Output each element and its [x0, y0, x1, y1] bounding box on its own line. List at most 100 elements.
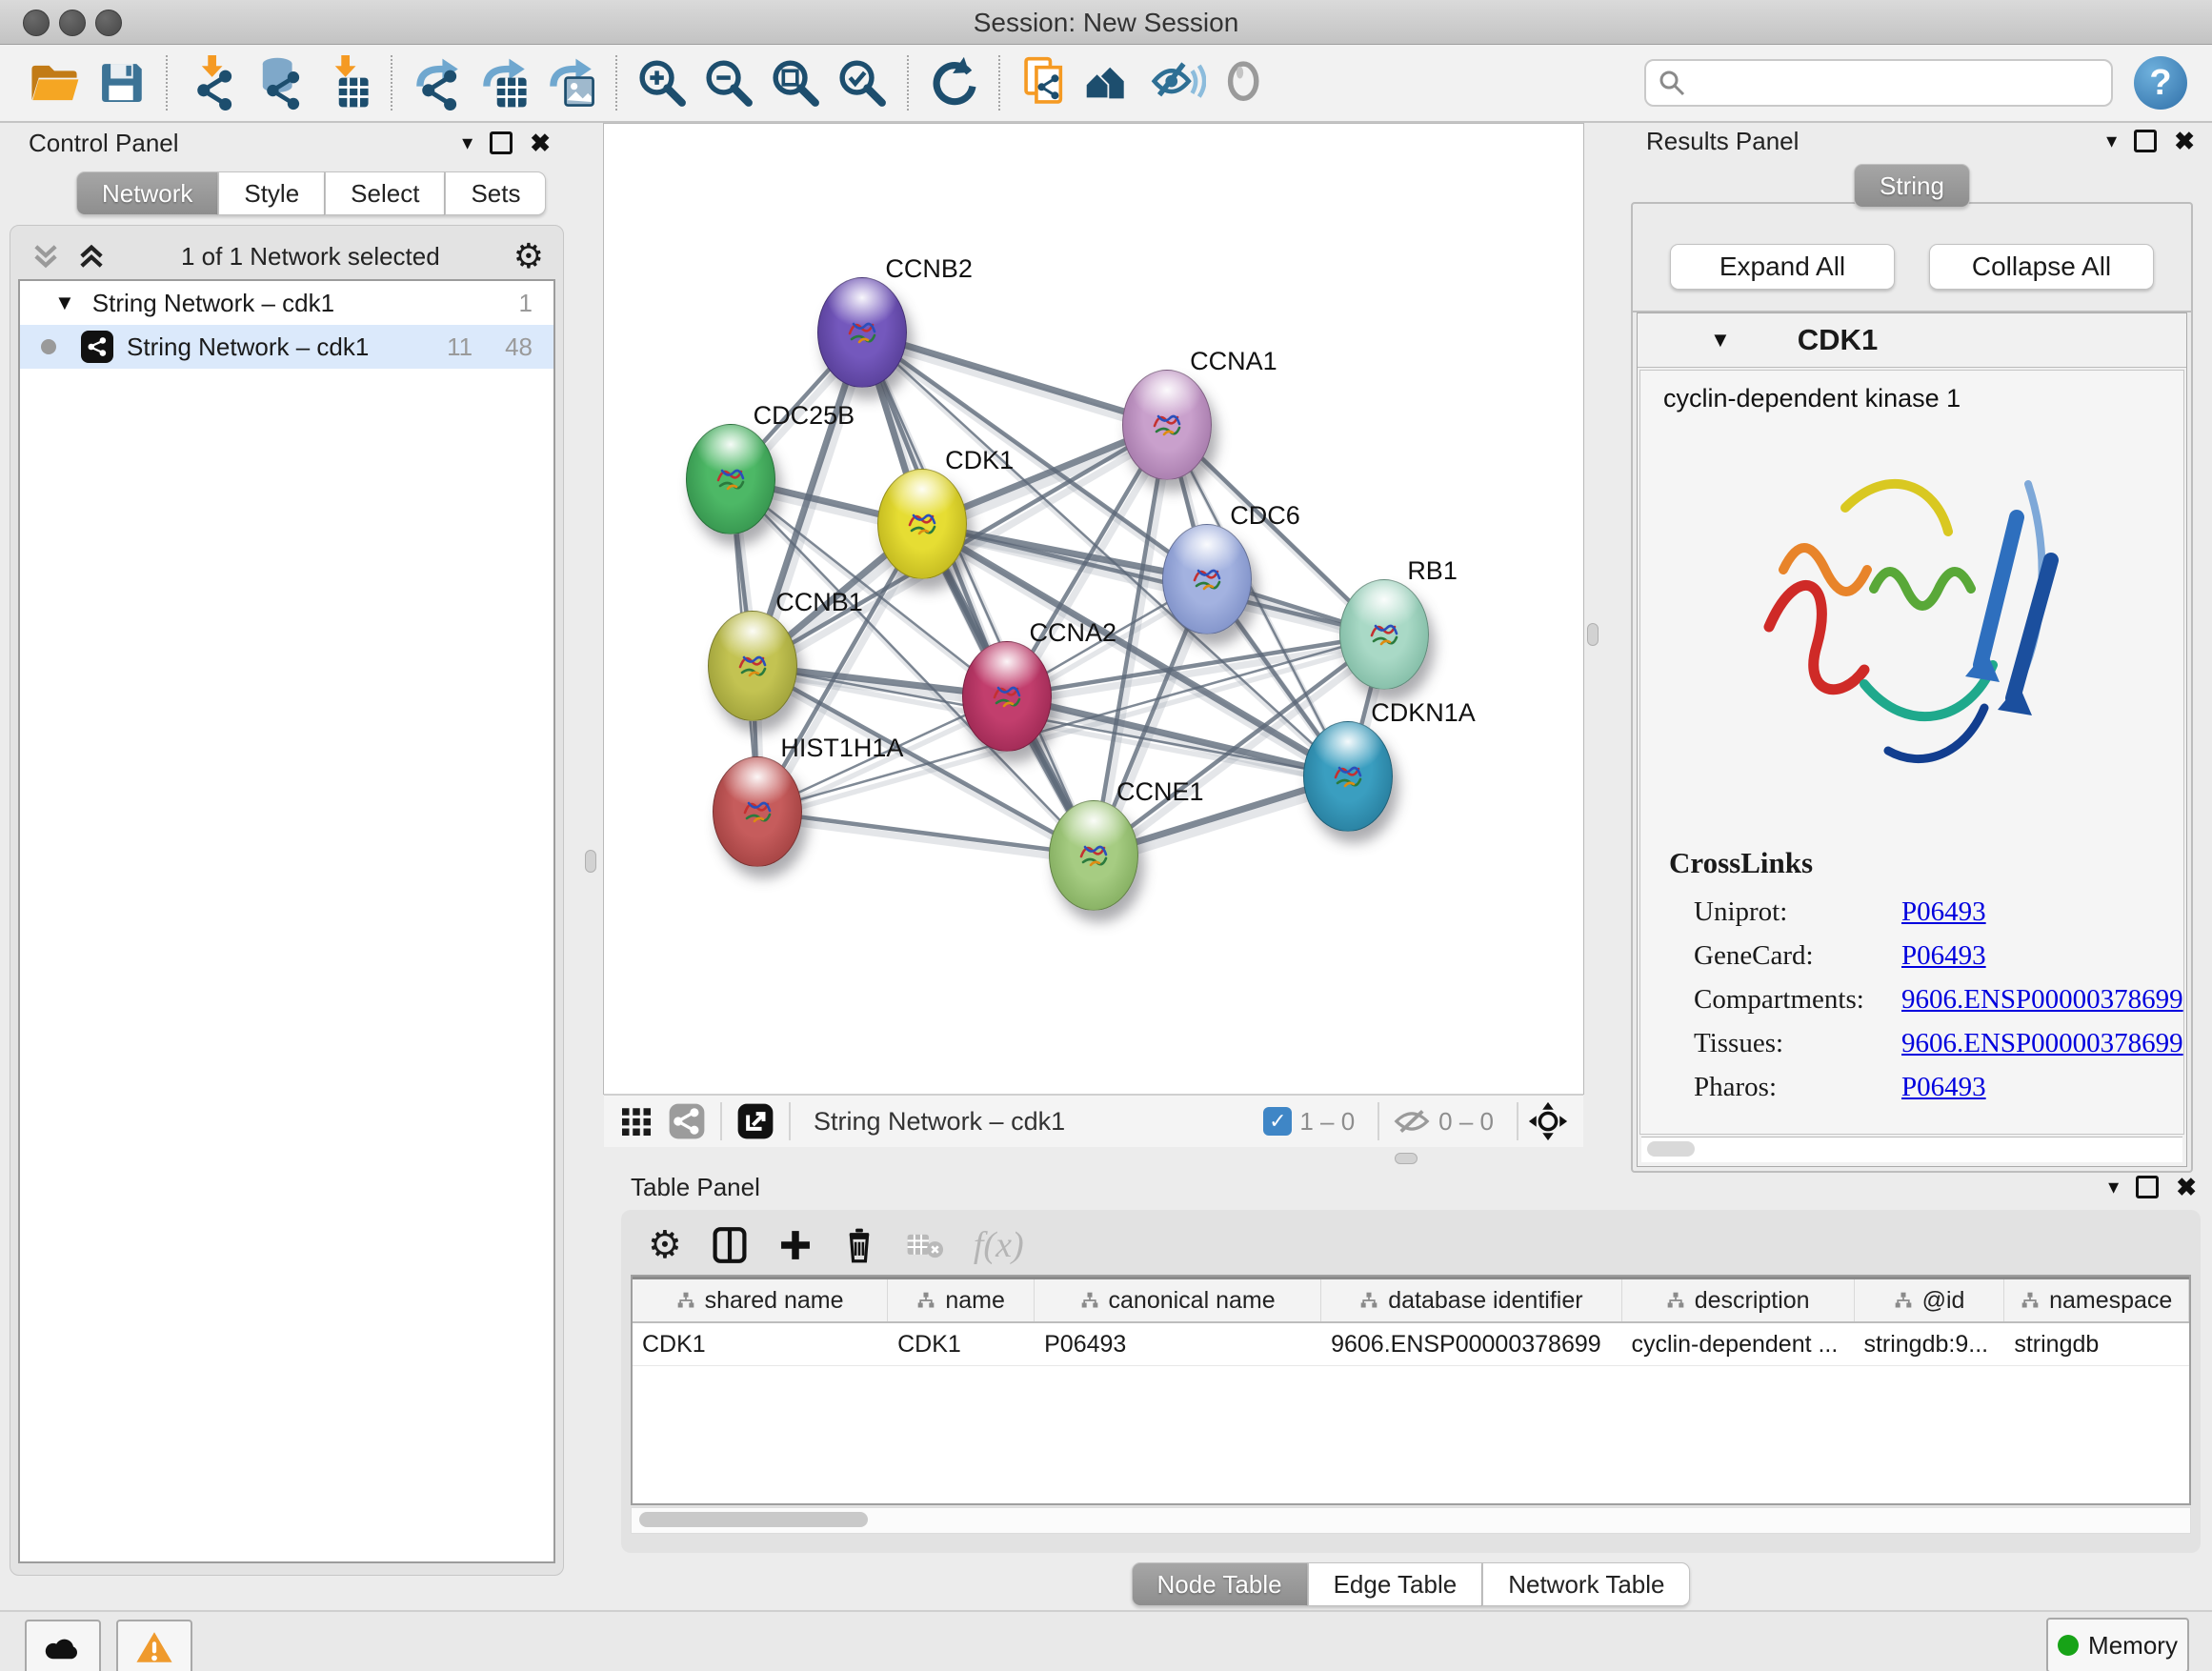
collapse-all-button[interactable]: Collapse All	[1929, 244, 2154, 290]
crosslink-genecard--link[interactable]: P06493	[1901, 940, 1986, 972]
export-image-button[interactable]	[541, 53, 600, 112]
memory-label: Memory	[2088, 1631, 2178, 1661]
crosslink-uniprot--link[interactable]: P06493	[1901, 896, 1986, 928]
network-node-cdk1[interactable]	[877, 469, 967, 579]
column-header-canonical-name[interactable]: canonical name	[1035, 1279, 1321, 1321]
crosslink-label: GeneCard:	[1669, 940, 1901, 972]
show-columns-icon[interactable]	[711, 1225, 749, 1265]
network-node-cdkn1a[interactable]	[1303, 721, 1393, 832]
show-all-button[interactable]	[1216, 53, 1275, 112]
crosslink-tissues--link[interactable]: 9606.ENSP00000378699	[1901, 1028, 2183, 1059]
tab-string[interactable]: String	[1854, 164, 1970, 208]
expand-all-button[interactable]: Expand All	[1670, 244, 1895, 290]
column-header-database-identifier[interactable]: database identifier	[1321, 1279, 1622, 1321]
bottom-splitter-handle[interactable]	[1395, 1153, 1418, 1164]
string-document-button[interactable]	[1016, 53, 1075, 112]
help-button[interactable]: ?	[2134, 56, 2187, 110]
tab-network[interactable]: Network	[76, 171, 218, 215]
network-row-selected[interactable]: String Network – cdk1 11 48	[20, 325, 553, 369]
memory-button[interactable]: Memory	[2046, 1618, 2189, 1671]
tab-style[interactable]: Style	[218, 171, 325, 215]
tab-network-table[interactable]: Network Table	[1482, 1562, 1690, 1606]
title-bar: Session: New Session	[0, 0, 2212, 45]
network-node-ccna1[interactable]	[1122, 370, 1212, 480]
cloud-status-button[interactable]	[25, 1620, 101, 1671]
close-results-icon[interactable]: ✖	[2174, 127, 2195, 156]
collapse-panel-icon[interactable]: ▾	[462, 131, 473, 155]
network-options-gear-icon[interactable]: ⚙	[513, 236, 544, 276]
gene-expander-icon[interactable]: ▼	[1710, 328, 1731, 352]
network-node-hist1h1a[interactable]	[713, 756, 802, 867]
tab-node-table[interactable]: Node Table	[1132, 1562, 1308, 1606]
network-canvas[interactable]: CCNB2 CCNA1 CDC25B CDK1 CDC6 RB1 CCNB1 C…	[604, 124, 1583, 1094]
refresh-view-button[interactable]	[924, 53, 983, 112]
collapse-results-icon[interactable]: ▾	[2106, 129, 2117, 153]
gene-entry-header[interactable]: ▼ CDK1	[1638, 313, 2186, 368]
network-node-ccna2[interactable]	[962, 641, 1052, 752]
tab-edge-table[interactable]: Edge Table	[1308, 1562, 1483, 1606]
results-panel-title: Results Panel	[1646, 127, 1799, 156]
column-header-description[interactable]: description	[1622, 1279, 1855, 1321]
birdseye-grid-icon[interactable]	[617, 1102, 655, 1140]
crosslink-compartments--link[interactable]: 9606.ENSP00000378699	[1901, 984, 2183, 1016]
column-header--id[interactable]: @id	[1855, 1279, 2005, 1321]
results-hscrollbar[interactable]	[1641, 1137, 2182, 1162]
table-row[interactable]: CDK1CDK1P064939606.ENSP00000378699cyclin…	[633, 1323, 2189, 1366]
close-panel-icon[interactable]: ✖	[530, 129, 551, 158]
float-results-icon[interactable]	[2134, 130, 2157, 152]
network-edges[interactable]	[604, 124, 1583, 1094]
collapse-all-tree-icon[interactable]	[75, 240, 108, 272]
save-session-button[interactable]	[91, 53, 151, 112]
tab-select[interactable]: Select	[325, 171, 445, 215]
export-table-button[interactable]	[474, 53, 533, 112]
hidden-eye-icon[interactable]	[1393, 1105, 1431, 1137]
export-network-button[interactable]	[408, 53, 467, 112]
network-node-cdc25b[interactable]	[686, 424, 775, 534]
float-table-icon[interactable]	[2136, 1176, 2159, 1198]
table-options-gear-icon[interactable]: ⚙	[648, 1223, 682, 1267]
delete-column-icon[interactable]	[842, 1225, 876, 1265]
function-builder-icon[interactable]: f(x)	[974, 1224, 1024, 1266]
collection-expander-icon[interactable]: ▼	[54, 291, 75, 315]
zoom-in-button[interactable]	[633, 53, 692, 112]
import-network-file-button[interactable]	[183, 53, 242, 112]
network-node-cdc6[interactable]	[1162, 524, 1252, 634]
network-name: String Network – cdk1	[127, 332, 369, 362]
table-hscrollbar[interactable]	[631, 1507, 2191, 1534]
zoom-fit-button[interactable]	[766, 53, 825, 112]
float-panel-icon[interactable]	[490, 131, 513, 154]
network-node-ccne1[interactable]	[1049, 800, 1138, 911]
navigator-crosshair-icon[interactable]	[1526, 1099, 1570, 1143]
import-network-database-button[interactable]	[250, 53, 309, 112]
string-share-icon[interactable]	[667, 1101, 707, 1141]
selected-checkbox-icon[interactable]: ✓	[1263, 1107, 1292, 1136]
zoom-out-button[interactable]	[699, 53, 758, 112]
crosslink-pharos--link[interactable]: P06493	[1901, 1072, 1986, 1103]
hide-unselected-button[interactable]	[1149, 53, 1208, 112]
import-table-file-button[interactable]	[316, 53, 375, 112]
column-header-name[interactable]: name	[888, 1279, 1035, 1321]
right-splitter-handle[interactable]	[1587, 623, 1599, 646]
open-in-window-icon[interactable]	[735, 1101, 775, 1141]
column-header-namespace[interactable]: namespace	[2004, 1279, 2189, 1321]
network-node-ccnb1[interactable]	[708, 611, 797, 721]
search-input[interactable]	[1686, 68, 2111, 99]
network-node-ccnb2[interactable]	[817, 277, 907, 388]
delete-table-icon[interactable]	[905, 1229, 945, 1261]
left-splitter-handle[interactable]	[585, 850, 596, 873]
search-box[interactable]	[1644, 59, 2113, 107]
collapse-table-icon[interactable]: ▾	[2108, 1175, 2119, 1199]
crosslink-row: GeneCard:P06493	[1669, 934, 2183, 977]
open-session-button[interactable]	[25, 53, 84, 112]
home-button[interactable]	[1082, 53, 1141, 112]
zoom-selected-button[interactable]	[833, 53, 892, 112]
add-column-icon[interactable]	[777, 1227, 814, 1263]
crosslink-label: Tissues:	[1669, 1028, 1901, 1059]
column-header-shared-name[interactable]: shared name	[633, 1279, 888, 1321]
close-table-icon[interactable]: ✖	[2176, 1173, 2197, 1202]
current-network-dot-icon	[41, 339, 56, 354]
expand-all-tree-icon[interactable]	[30, 240, 62, 272]
warning-status-button[interactable]	[116, 1620, 192, 1671]
tab-sets[interactable]: Sets	[445, 171, 546, 215]
network-collection-row[interactable]: ▼ String Network – cdk1 1	[20, 281, 553, 325]
